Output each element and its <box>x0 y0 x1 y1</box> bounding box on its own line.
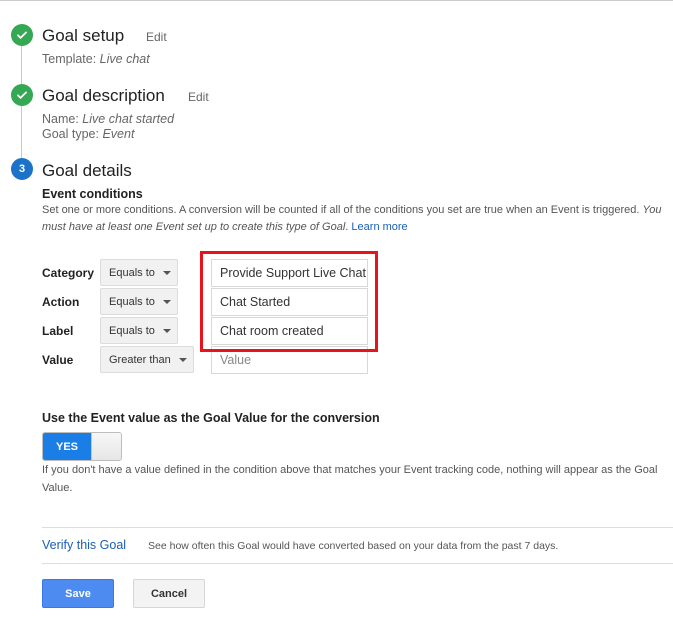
step-title: Goal details <box>42 161 132 180</box>
dropdown-caret-icon <box>162 299 171 304</box>
event-conditions-description: Set one or more conditions. A conversion… <box>42 202 667 236</box>
top-divider <box>0 0 673 2</box>
step-detail: Goal type: Event <box>42 127 134 141</box>
toggle-knob[interactable] <box>91 433 121 460</box>
operator-value: Greater than <box>109 353 171 366</box>
detail-label: Goal type: <box>42 127 103 141</box>
condition-label-category: Category <box>42 266 95 280</box>
dropdown-caret-icon <box>162 270 171 275</box>
detail-value: Event <box>102 127 135 141</box>
step-detail: Template: Live chat <box>42 52 150 66</box>
detail-label: Template: <box>42 52 100 66</box>
label-operator-select[interactable]: Equals to <box>100 317 178 344</box>
cancel-button[interactable]: Cancel <box>133 579 205 608</box>
save-button[interactable]: Save <box>42 579 114 608</box>
goal-value-help: If you don't have a value defined in the… <box>42 464 658 494</box>
goal-value-toggle[interactable]: YES <box>42 432 122 461</box>
step-detail: Name: Live chat started <box>42 112 174 126</box>
condition-label-action: Action <box>42 295 80 309</box>
value-operator-select[interactable]: Greater than <box>100 346 194 373</box>
step-connector <box>21 40 22 86</box>
condition-label-value: Value <box>42 353 74 367</box>
operator-value: Equals to <box>109 266 155 279</box>
divider <box>42 563 673 564</box>
verify-goal-description: See how often this Goal would have conve… <box>148 540 559 552</box>
action-operator-select[interactable]: Equals to <box>100 288 178 315</box>
operator-value: Equals to <box>109 295 155 308</box>
operator-value: Equals to <box>109 324 155 337</box>
detail-label: Name: <box>42 112 83 126</box>
check-icon <box>11 84 33 106</box>
edit-goal-setup-link[interactable]: Edit <box>146 30 167 44</box>
step-title: Goal description <box>42 86 165 105</box>
dropdown-caret-icon <box>178 357 187 362</box>
edit-goal-description-link[interactable]: Edit <box>188 90 209 104</box>
learn-more-link[interactable]: Learn more <box>351 221 407 233</box>
highlight-annotation-box <box>200 251 378 352</box>
goal-value-heading: Use the Event value as the Goal Value fo… <box>42 411 380 425</box>
dropdown-caret-icon <box>162 328 171 333</box>
description-text: Set one or more conditions. A conversion… <box>42 204 643 216</box>
toggle-on-label: YES <box>43 433 91 460</box>
step-number-badge: 3 <box>11 158 33 180</box>
step-connector <box>21 106 22 162</box>
divider <box>42 527 673 528</box>
event-conditions-heading: Event conditions <box>42 187 143 201</box>
check-icon <box>11 24 33 46</box>
detail-value: Live chat started <box>82 112 175 126</box>
verify-goal-link[interactable]: Verify this Goal <box>42 538 126 552</box>
condition-label-label: Label <box>42 324 74 338</box>
detail-value: Live chat <box>99 52 150 66</box>
category-operator-select[interactable]: Equals to <box>100 259 178 286</box>
step-title: Goal setup <box>42 26 125 45</box>
